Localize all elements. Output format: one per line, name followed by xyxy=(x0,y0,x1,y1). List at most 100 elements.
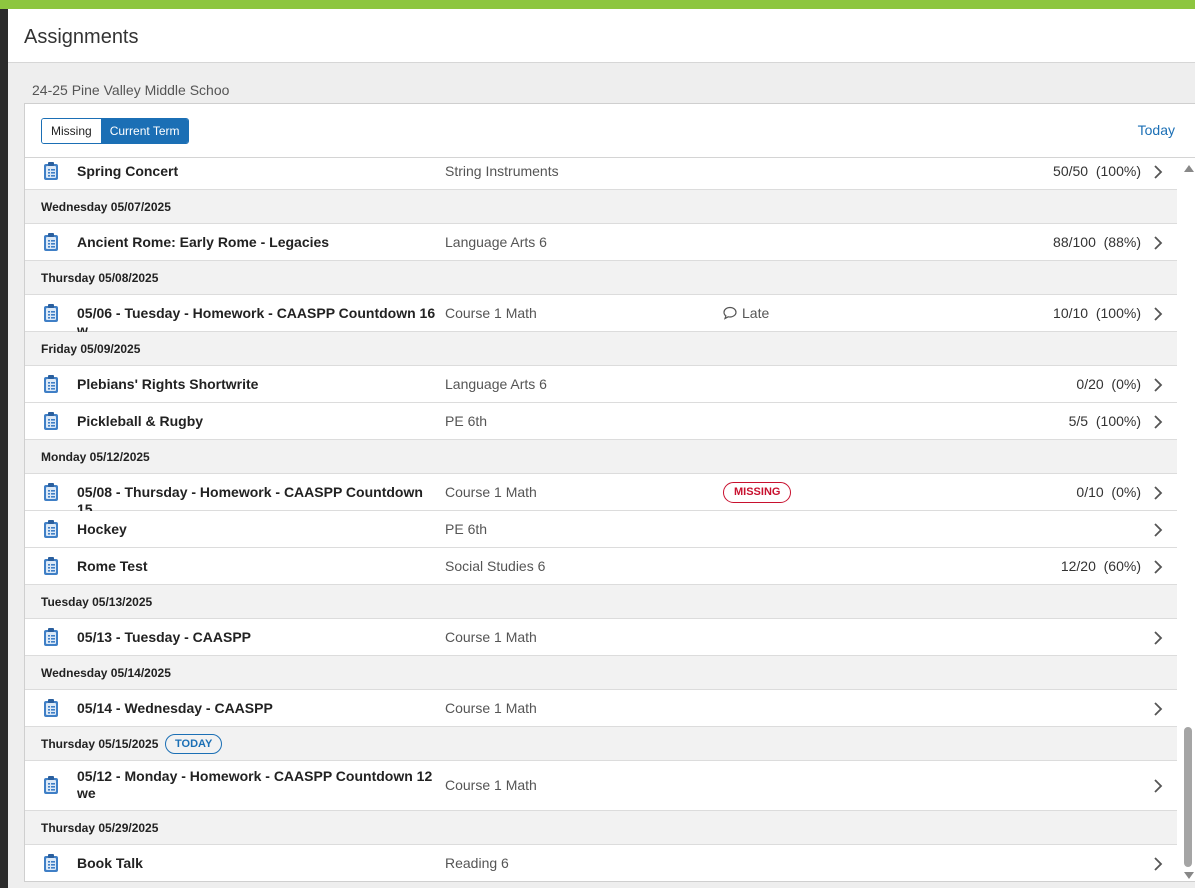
course-name: Social Studies 6 xyxy=(445,557,546,574)
clipboard-icon xyxy=(44,303,58,322)
missing-badge: MISSING xyxy=(723,481,792,503)
assignment-title[interactable]: Pickleball & Rugby xyxy=(77,413,442,430)
date-label: Friday 05/09/2025 xyxy=(41,342,141,356)
chevron-right-icon[interactable] xyxy=(1153,414,1163,429)
date-group-header: Wednesday 05/14/2025 xyxy=(25,656,1177,690)
assignments-panel: Missing Current Term Today Spring Concer… xyxy=(24,103,1195,882)
assignment-title[interactable]: Plebians' Rights Shortwrite xyxy=(77,376,442,393)
late-flag: Late xyxy=(723,305,769,321)
date-label: Thursday 05/29/2025 xyxy=(41,821,159,835)
date-label: Tuesday 05/13/2025 xyxy=(41,595,153,609)
course-name: String Instruments xyxy=(445,162,559,179)
assignment-row[interactable]: 05/06 - Tuesday - Homework - CAASPP Coun… xyxy=(25,295,1177,338)
chevron-right-icon[interactable] xyxy=(1153,235,1163,250)
chevron-right-icon[interactable] xyxy=(1153,559,1163,574)
scroll-down-arrow-icon[interactable] xyxy=(1184,872,1194,879)
clipboard-icon xyxy=(44,482,58,501)
page-header: Assignments xyxy=(8,9,1195,63)
scroll-up-arrow-icon[interactable] xyxy=(1184,165,1194,172)
score: 88/100 (88%) xyxy=(1053,233,1141,250)
clipboard-icon xyxy=(44,556,58,575)
date-group-header: Monday 05/12/2025 xyxy=(25,440,1177,474)
today-badge: TODAY xyxy=(165,734,223,754)
clipboard-icon xyxy=(44,627,58,646)
assignment-title[interactable]: Rome Test xyxy=(77,558,442,575)
assignment-row[interactable]: Rome Test Social Studies 6 12/20 (60%) xyxy=(25,548,1177,585)
top-accent-bar xyxy=(0,0,1195,9)
late-label: Late xyxy=(742,304,770,321)
assignment-row[interactable]: Plebians' Rights Shortwrite Language Arts… xyxy=(25,366,1177,403)
score: 0/10 (0%) xyxy=(1076,483,1141,500)
chevron-right-icon[interactable] xyxy=(1153,306,1163,321)
score: 12/20 (60%) xyxy=(1060,557,1141,574)
clipboard-icon xyxy=(44,853,58,872)
left-rail xyxy=(0,9,8,888)
chevron-right-icon[interactable] xyxy=(1153,522,1163,537)
assignment-row[interactable]: 05/08 - Thursday - Homework - CAASPP Cou… xyxy=(25,474,1177,517)
date-label: Wednesday 05/14/2025 xyxy=(41,666,171,680)
course-name: Language Arts 6 xyxy=(445,375,547,392)
main-area: 24-25 Pine Valley Middle Schoo Missing C… xyxy=(8,63,1195,888)
date-group-header: Friday 05/09/2025 xyxy=(25,332,1177,366)
assignment-row[interactable]: Hockey PE 6th xyxy=(25,511,1177,548)
clipboard-icon xyxy=(44,776,58,794)
date-label: Monday 05/12/2025 xyxy=(41,450,150,464)
course-name: Reading 6 xyxy=(445,854,509,871)
date-label: Thursday 05/15/2025 xyxy=(41,737,159,751)
current-term-filter-button[interactable]: Current Term xyxy=(100,119,189,143)
scroll-thumb[interactable] xyxy=(1184,727,1192,867)
chevron-right-icon[interactable] xyxy=(1153,485,1163,500)
assignment-row[interactable]: 05/12 - Monday - Homework - CAASPP Count… xyxy=(25,761,1177,811)
page-title: Assignments xyxy=(24,26,139,48)
assignments-toolbar: Missing Current Term Today xyxy=(25,104,1195,158)
assignment-row[interactable]: 05/14 - Wednesday - CAASPP Course 1 Math xyxy=(25,690,1177,727)
assignment-title[interactable]: 05/13 - Tuesday - CAASPP xyxy=(77,629,442,646)
course-name: Language Arts 6 xyxy=(445,233,547,250)
assignment-title[interactable]: Book Talk xyxy=(77,855,442,872)
score: 0/20 (0%) xyxy=(1076,375,1141,392)
assignment-row[interactable]: Spring Concert String Instruments 50/50 (1… xyxy=(25,159,1177,190)
assignment-row[interactable]: 05/13 - Tuesday - CAASPP Course 1 Math xyxy=(25,619,1177,656)
assignment-list: Spring Concert String Instruments 50/50 (1… xyxy=(25,159,1177,881)
date-group-header: Tuesday 05/13/2025 xyxy=(25,585,1177,619)
score: 5/5 (100%) xyxy=(1068,412,1141,429)
course-name: Course 1 Math xyxy=(445,628,537,645)
chevron-right-icon[interactable] xyxy=(1153,779,1163,793)
assignment-title[interactable]: 05/12 - Monday - Homework - CAASPP Count… xyxy=(77,768,442,802)
clipboard-icon xyxy=(44,519,58,538)
clipboard-icon xyxy=(44,161,58,180)
assignment-title[interactable]: Hockey xyxy=(77,521,442,538)
assignment-title[interactable]: Spring Concert xyxy=(77,163,442,180)
scrollbar[interactable] xyxy=(1179,159,1195,881)
chevron-right-icon[interactable] xyxy=(1153,701,1163,716)
chevron-right-icon[interactable] xyxy=(1153,377,1163,392)
course-name: Course 1 Math xyxy=(445,304,537,321)
missing-filter-button[interactable]: Missing xyxy=(42,119,101,143)
date-group-header: Thursday 05/15/2025 TODAY xyxy=(25,727,1177,761)
filter-toggle-group: Missing Current Term xyxy=(41,118,190,144)
assignment-title[interactable]: 05/14 - Wednesday - CAASPP xyxy=(77,700,442,717)
chevron-right-icon[interactable] xyxy=(1153,630,1163,645)
assignment-title[interactable]: Ancient Rome: Early Rome - Legacies xyxy=(77,234,442,251)
date-label: Thursday 05/08/2025 xyxy=(41,271,159,285)
chevron-right-icon[interactable] xyxy=(1153,856,1163,871)
today-link[interactable]: Today xyxy=(1138,122,1175,138)
comment-icon xyxy=(723,306,737,320)
course-name: PE 6th xyxy=(445,412,488,429)
chevron-right-icon[interactable] xyxy=(1153,164,1163,179)
date-group-header: Thursday 05/29/2025 xyxy=(25,811,1177,845)
school-name: 24-25 Pine Valley Middle Schoo xyxy=(32,82,230,98)
score: 10/10 (100%) xyxy=(1053,304,1141,321)
clipboard-icon xyxy=(44,411,58,430)
assignment-row[interactable]: Book Talk Reading 6 xyxy=(25,845,1177,881)
score: 50/50 (100%) xyxy=(1053,162,1141,179)
course-name: Course 1 Math xyxy=(445,699,537,716)
assignment-row[interactable]: Pickleball & Rugby PE 6th 5/5 (100%) xyxy=(25,403,1177,440)
date-group-header: Wednesday 05/07/2025 xyxy=(25,190,1177,224)
course-name: PE 6th xyxy=(445,520,488,537)
course-name: Course 1 Math xyxy=(445,777,537,793)
date-label: Wednesday 05/07/2025 xyxy=(41,200,171,214)
clipboard-icon xyxy=(44,232,58,251)
clipboard-icon xyxy=(44,698,58,717)
assignment-row[interactable]: Ancient Rome: Early Rome - Legacies Langu… xyxy=(25,224,1177,261)
